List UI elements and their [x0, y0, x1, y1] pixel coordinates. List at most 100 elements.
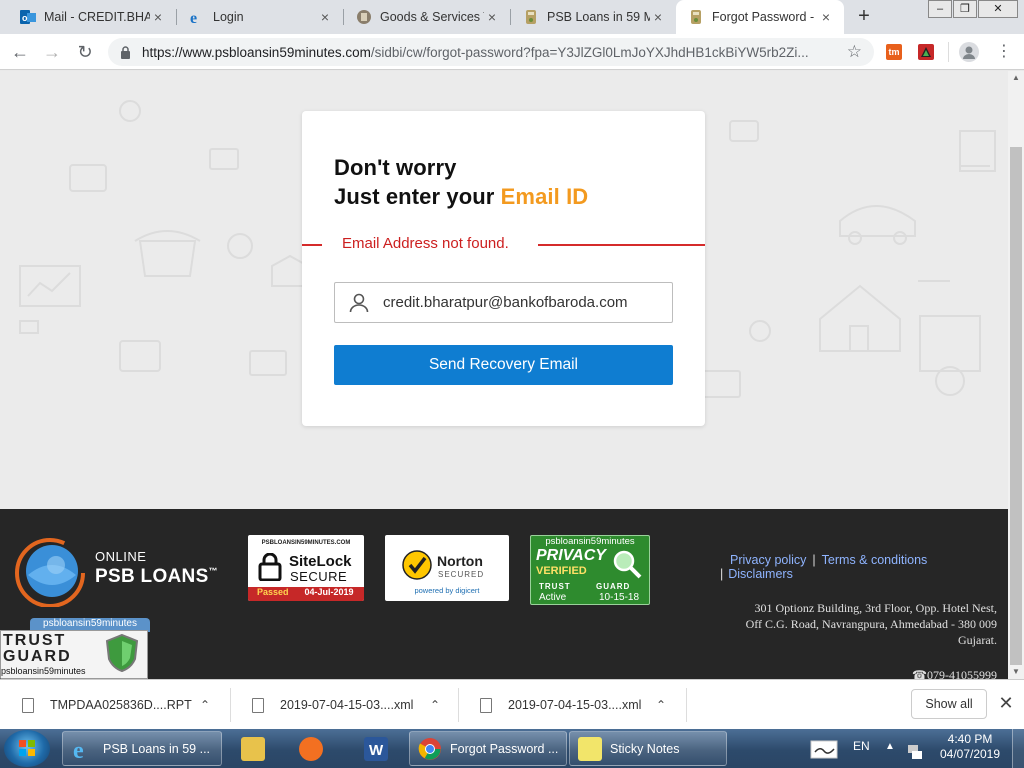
disclaimers-link[interactable]: Disclaimers [728, 567, 793, 581]
privacy-guard: GUARD [596, 582, 631, 591]
file-icon [252, 697, 264, 713]
taskbar-label: Forgot Password ... [450, 741, 559, 756]
menu-kebab-icon[interactable]: ⋮ [996, 41, 1012, 63]
address-line: Off C.G. Road, Navrangpura, Ahmedabad - … [745, 617, 997, 631]
ie-icon: e [189, 9, 205, 25]
file-icon [480, 697, 492, 713]
bookmark-star-icon[interactable]: ☆ [847, 42, 862, 62]
show-desktop-button[interactable] [1012, 729, 1024, 768]
minimize-button[interactable]: – [928, 0, 952, 18]
heading-line1: Don't worry [334, 155, 457, 180]
shield-icon [105, 633, 139, 673]
taskbar-media-player[interactable] [290, 731, 330, 766]
tab-gst[interactable]: Goods & Services T × [344, 0, 510, 34]
trustguard-bottom: psbloansin59minutes [1, 666, 86, 676]
download-filename: 2019-07-04-15-03....xml [280, 698, 414, 712]
reload-icon[interactable]: ↻ [74, 41, 96, 63]
phone-number: ☎079-41055999 [912, 668, 997, 679]
language-indicator[interactable]: EN [853, 739, 870, 759]
chevron-up-icon[interactable]: ⌃ [430, 698, 440, 712]
taskbar-sticky-notes[interactable]: Sticky Notes [569, 731, 727, 766]
psb-icon [688, 9, 704, 25]
tab-close-icon[interactable]: × [484, 9, 500, 25]
lock-icon [120, 45, 132, 59]
gst-icon [356, 9, 372, 25]
privacy-active: Active [539, 592, 567, 603]
tab-mail[interactable]: o Mail - CREDIT.BHAF × [8, 0, 176, 34]
show-all-button[interactable]: Show all [911, 689, 987, 719]
scroll-up-icon[interactable]: ▲ [1008, 71, 1024, 85]
tm-extension-icon[interactable]: tm [886, 44, 902, 60]
chevron-up-icon[interactable]: ⌃ [656, 698, 666, 712]
taskbar-ie[interactable]: e PSB Loans in 59 ... [62, 731, 222, 766]
norton-secured: SECURED [438, 570, 485, 579]
back-icon[interactable]: ← [9, 41, 31, 63]
tab-login[interactable]: e Login × [177, 0, 343, 34]
svg-text:W: W [369, 742, 384, 759]
tab-psb-loans[interactable]: PSB Loans in 59 Mi × [511, 0, 676, 34]
close-window-button[interactable]: ✕ [978, 0, 1018, 18]
terms-conditions-link[interactable]: Terms & conditions [822, 553, 928, 567]
logo-line1: ONLINE [95, 549, 147, 564]
error-message: Email Address not found. [342, 235, 509, 252]
trust-guard-badge[interactable]: psbloansin59minutes TRUST GUARD psbloans… [0, 618, 150, 679]
taskbar-word[interactable]: W [355, 731, 395, 766]
error-divider-right [538, 244, 705, 246]
chrome-icon [418, 737, 442, 761]
privacy-verified-badge[interactable]: psbloansin59minutes PRIVACY VERIFIED TRU… [530, 535, 650, 605]
svg-text:e: e [190, 10, 197, 25]
address-line: 301 Optionz Building, 3rd Floor, Opp. Ho… [754, 601, 997, 615]
email-field[interactable] [334, 282, 673, 323]
page-scrollbar[interactable]: ▲ ▼ [1008, 71, 1024, 679]
download-item[interactable]: 2019-07-04-15-03....xml ⌃ [458, 680, 686, 730]
tab-close-icon[interactable]: × [317, 9, 333, 25]
send-recovery-email-button[interactable]: Send Recovery Email [334, 345, 673, 385]
profile-avatar-icon[interactable] [959, 42, 979, 62]
file-icon [22, 697, 34, 713]
close-downloads-icon[interactable]: ✕ [996, 692, 1016, 714]
footer-links: Privacy policy | Terms & conditions | Discl… [720, 553, 927, 581]
scroll-down-icon[interactable]: ▼ [1008, 665, 1024, 679]
page-content: Don't worry Just enter your Email ID Ema… [0, 71, 1008, 679]
tab-title: Mail - CREDIT.BHAF [44, 10, 150, 24]
download-item[interactable]: TMPDAA025836D....RPT ⌃ [0, 680, 230, 730]
privacy-line2: VERIFIED [536, 565, 587, 577]
tab-close-icon[interactable]: × [650, 9, 666, 25]
tray-expand-icon[interactable]: ▲ [885, 741, 895, 757]
logo-line2: PSB LOANS™ [95, 566, 218, 588]
scrollbar-thumb[interactable] [1010, 147, 1022, 665]
red-extension-icon[interactable] [918, 44, 934, 60]
padlock-icon [258, 553, 282, 581]
tray-handwriting-icon[interactable] [808, 729, 842, 768]
privacy-date: 10-15-18 [599, 592, 640, 603]
heading-line2: Just enter your Email ID [334, 184, 588, 210]
taskbar-explorer[interactable] [232, 731, 272, 766]
tab-close-icon[interactable]: × [150, 9, 166, 25]
address-bar[interactable]: https://www.psbloansin59minutes.com /sid… [108, 38, 874, 66]
address-line: Gujarat. [958, 633, 997, 647]
chevron-up-icon[interactable]: ⌃ [200, 698, 210, 712]
downloads-bar: TMPDAA025836D....RPT ⌃ 2019-07-04-15-03.… [0, 679, 1024, 729]
privacy-site: psbloansin59minutes [545, 536, 635, 547]
taskbar-label: Sticky Notes [610, 741, 680, 756]
start-button[interactable] [4, 730, 50, 767]
privacy-policy-link[interactable]: Privacy policy [730, 553, 806, 567]
psb-loans-logo-icon [15, 538, 85, 607]
sitelock-badge[interactable]: PSBLOANSIN59MINUTES.COM SiteLock SECURE … [248, 535, 364, 601]
tab-close-icon[interactable]: × [818, 9, 834, 25]
download-separator [686, 688, 687, 722]
tab-title: Forgot Password - [712, 10, 815, 24]
network-icon[interactable] [906, 729, 924, 768]
download-item[interactable]: 2019-07-04-15-03....xml ⌃ [230, 680, 458, 730]
restore-button[interactable]: ❐ [953, 0, 977, 18]
email-input[interactable] [383, 294, 645, 311]
taskbar-label: PSB Loans in 59 ... [103, 741, 211, 756]
forward-icon[interactable]: → [41, 41, 63, 63]
clock[interactable]: 4:40 PM 04/07/2019 [939, 732, 1001, 768]
svg-text:e: e [73, 738, 84, 761]
norton-badge[interactable]: Norton SECURED powered by digicert [385, 535, 509, 601]
new-tab-button[interactable]: + [853, 5, 875, 27]
site-footer: ONLINE PSB LOANS™ PSBLOANSIN59MINUTES.CO… [0, 509, 1008, 679]
taskbar-chrome[interactable]: Forgot Password ... [409, 731, 567, 766]
tab-forgot-password[interactable]: Forgot Password - × [676, 0, 844, 34]
